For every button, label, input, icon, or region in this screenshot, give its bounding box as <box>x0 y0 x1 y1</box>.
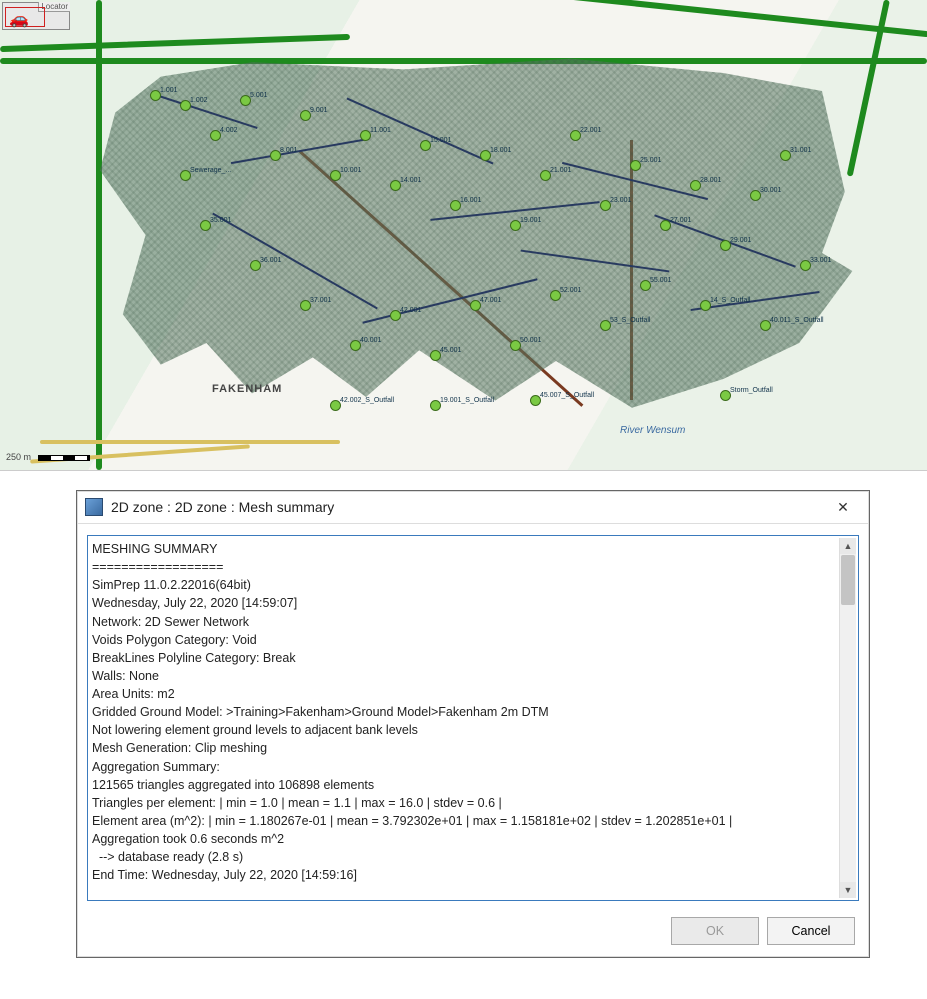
network-node[interactable] <box>600 200 611 211</box>
network-node[interactable] <box>300 110 311 121</box>
network-node[interactable] <box>390 310 401 321</box>
network-node[interactable] <box>800 260 811 271</box>
network-node[interactable] <box>780 150 791 161</box>
network-node[interactable] <box>530 395 541 406</box>
map-town-label: FAKENHAM <box>212 383 282 395</box>
node-label: 42.002_S_Outfall <box>340 397 394 404</box>
road-major-h3 <box>561 0 927 37</box>
close-icon: ✕ <box>837 499 849 516</box>
locator-widget[interactable]: Locator 🚗 <box>2 2 70 30</box>
network-node[interactable] <box>750 190 761 201</box>
network-node[interactable] <box>430 350 441 361</box>
network-node[interactable] <box>250 260 261 271</box>
scale-bar-graphic <box>38 455 90 461</box>
scroll-down-button[interactable]: ▼ <box>840 882 856 898</box>
network-node[interactable] <box>180 170 191 181</box>
network-node[interactable] <box>600 320 611 331</box>
road-major-h2 <box>0 34 350 52</box>
network-node[interactable] <box>300 300 311 311</box>
mesh-summary-dialog: 2D zone : 2D zone : Mesh summary ✕ MESHI… <box>76 490 870 958</box>
network-node[interactable] <box>630 160 641 171</box>
vertical-scrollbar[interactable]: ▲ ▼ <box>839 538 856 898</box>
network-node[interactable] <box>180 100 191 111</box>
network-node[interactable] <box>200 220 211 231</box>
network-node[interactable] <box>550 290 561 301</box>
network-node[interactable] <box>210 130 221 141</box>
network-node[interactable] <box>540 170 551 181</box>
network-node[interactable] <box>760 320 771 331</box>
dialog-title: 2D zone : 2D zone : Mesh summary <box>111 499 823 515</box>
chevron-down-icon: ▼ <box>844 885 853 895</box>
dialog-titlebar[interactable]: 2D zone : 2D zone : Mesh summary ✕ <box>77 491 869 524</box>
network-node[interactable] <box>330 400 341 411</box>
network-node[interactable] <box>240 95 251 106</box>
network-node[interactable] <box>700 300 711 311</box>
network-node[interactable] <box>430 400 441 411</box>
scroll-thumb[interactable] <box>841 555 855 605</box>
ok-button: OK <box>671 917 759 945</box>
node-label: 19.001_S_Outfall <box>440 397 494 404</box>
network-node[interactable] <box>480 150 491 161</box>
network-node[interactable] <box>270 150 281 161</box>
map-canvas[interactable]: 1.0011.0024.0025.0018.0019.00110.00111.0… <box>0 0 927 471</box>
network-node[interactable] <box>720 240 731 251</box>
network-node[interactable] <box>640 280 651 291</box>
road-minor-1 <box>40 440 340 444</box>
map-scale-bar: 250 m <box>6 452 90 462</box>
close-button[interactable]: ✕ <box>823 493 863 521</box>
network-node[interactable] <box>360 130 371 141</box>
network-node[interactable] <box>330 170 341 181</box>
locator-graphic-icon: 🚗 <box>9 9 29 29</box>
network-node[interactable] <box>420 140 431 151</box>
dialog-content-frame: MESHING SUMMARY ================== SimPr… <box>87 535 859 901</box>
mesh-summary-text[interactable]: MESHING SUMMARY ================== SimPr… <box>92 540 838 896</box>
map-river-label: River Wensum <box>620 425 685 436</box>
scale-label: 250 m <box>6 452 31 462</box>
network-node[interactable] <box>350 340 361 351</box>
chevron-up-icon: ▲ <box>844 541 853 551</box>
mesh-zone-overlay[interactable] <box>100 55 860 415</box>
road-major-v1 <box>96 0 102 470</box>
network-node[interactable] <box>510 340 521 351</box>
network-node[interactable] <box>150 90 161 101</box>
network-node[interactable] <box>510 220 521 231</box>
app-icon <box>85 498 103 516</box>
network-node[interactable] <box>470 300 481 311</box>
road-major-h1 <box>0 58 927 64</box>
network-node[interactable] <box>720 390 731 401</box>
dialog-button-row: OK Cancel <box>671 917 855 945</box>
network-node[interactable] <box>390 180 401 191</box>
node-label: Storm_Outfall <box>730 387 773 394</box>
network-node[interactable] <box>660 220 671 231</box>
scroll-up-button[interactable]: ▲ <box>840 538 856 554</box>
cancel-button[interactable]: Cancel <box>767 917 855 945</box>
network-node[interactable] <box>690 180 701 191</box>
network-node[interactable] <box>570 130 581 141</box>
network-node[interactable] <box>450 200 461 211</box>
